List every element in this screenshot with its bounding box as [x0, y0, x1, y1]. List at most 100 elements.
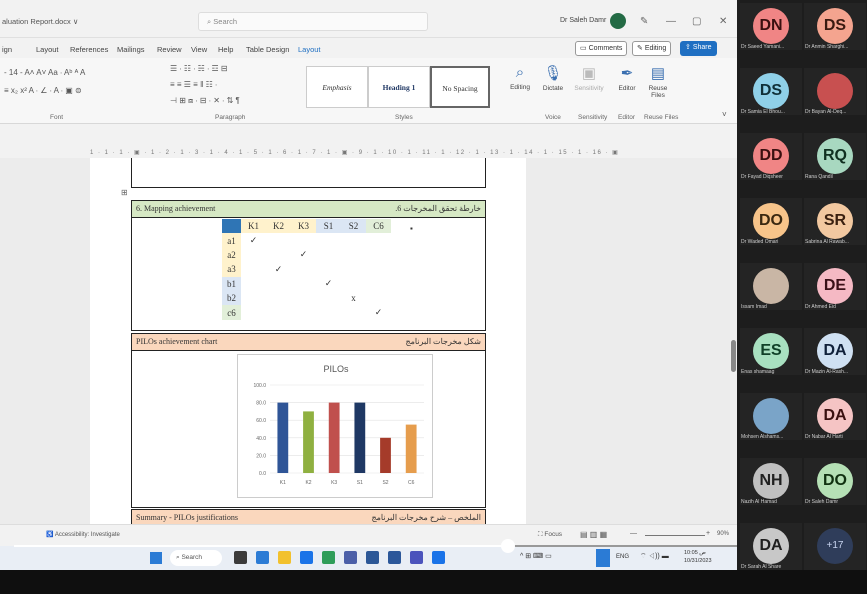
search-box[interactable]: ⌕ Search	[198, 12, 428, 31]
cell	[341, 277, 366, 291]
system-tray-icons[interactable]: ^ ⊞ ⌨ ▭	[520, 552, 552, 560]
summary-title-arabic: الملخص – شرح مخرجات البرنامج	[371, 513, 481, 522]
editing-tool[interactable]: ⌕ Editing	[505, 64, 535, 91]
row-label: b1	[222, 276, 241, 291]
pen-icon[interactable]: ✎	[640, 16, 648, 27]
dictate-tool[interactable]: 🎙 Dictate	[538, 64, 568, 92]
zoom-slider[interactable]	[645, 535, 705, 536]
participant-name: Dr Ahmed Eid	[805, 304, 836, 310]
reuse-files-tool[interactable]: ▤ Reuse Files	[643, 64, 673, 99]
participant-tile[interactable]: ES Enas shamaag	[740, 328, 802, 375]
style-emphasis[interactable]: Emphasis	[306, 66, 368, 108]
maximize-button[interactable]: ▢	[692, 16, 701, 27]
share-button[interactable]: ⇪ Share	[680, 41, 717, 56]
focus-button[interactable]: ⛶ Focus	[538, 531, 562, 539]
language-indicator[interactable]: ENG	[616, 554, 629, 560]
participant-tile[interactable]: DA Dr Mazin Al-Rash...	[804, 328, 866, 375]
zoom-app-icon[interactable]	[410, 551, 423, 564]
menu-table-design[interactable]: Table Design	[246, 45, 289, 54]
cell	[341, 305, 366, 319]
menu-help[interactable]: Help	[218, 45, 233, 54]
menu-review[interactable]: Review	[157, 45, 182, 54]
participant-tile[interactable]: DS Dr Anmin Sharghi...	[804, 3, 866, 50]
accessibility-icon: ♿	[46, 532, 55, 538]
mail-icon[interactable]	[432, 551, 445, 564]
active-app-icon[interactable]	[596, 549, 610, 567]
zoom-level[interactable]: 90%	[717, 531, 729, 537]
participant-tile[interactable]: DD Dr Fayad Diqsheer	[740, 133, 802, 180]
style-heading1[interactable]: Heading 1	[368, 66, 430, 108]
editor-tool[interactable]: ✒ Editor	[612, 64, 642, 92]
account-avatar[interactable]	[610, 13, 626, 29]
account-name[interactable]: Dr Saleh Damr	[560, 17, 606, 24]
col-header: K3	[291, 219, 316, 234]
pilos-chart-frame[interactable]: PILOs 0.0 20.0 40.0 60.0 80.0 100.0 K1 K2 K3 S1 S2 C…	[237, 354, 433, 498]
minimize-button[interactable]: —	[666, 16, 676, 27]
bar-k2	[303, 411, 314, 473]
participant-tile[interactable]: DS Dr Samia El Bhou...	[740, 68, 802, 115]
word-icon[interactable]	[388, 551, 401, 564]
participant-name: Enas shamaag	[741, 369, 775, 375]
menu-view[interactable]: View	[191, 45, 207, 54]
progress-handle[interactable]	[501, 539, 515, 553]
participant-tile[interactable]: DA Dr Sarah Al Share	[740, 523, 802, 570]
font-controls-row1[interactable]: - 14 - A˄ A˅ Aa ∙ Aᵇ ᴬ A	[4, 68, 85, 77]
paragraph-controls-row1[interactable]: ☰ ∙ ☷ ∙ ☵ ∙ ☲ ⊟	[170, 64, 228, 73]
edge-icon[interactable]	[256, 551, 269, 564]
participant-tile[interactable]: DN Dr Saeed Yamani...	[740, 3, 802, 50]
paragraph-controls-row2[interactable]: ≡ ≡ ☰ ≡ ‖ ☷ ∙	[170, 80, 217, 89]
word-window: aluation Report.docx ∨ ⌕ Search Dr Saleh…	[0, 0, 737, 570]
participant-tile[interactable]: SR Sabrina Al Rawab...	[804, 198, 866, 245]
close-button[interactable]: ✕	[719, 16, 727, 27]
row-label: c6	[222, 305, 241, 320]
accessibility-status[interactable]: ♿ Accessibility: Investigate	[46, 531, 120, 538]
participant-tile[interactable]: DE Dr Ahmed Eid	[804, 263, 866, 310]
editing-tool-label: Editing	[510, 84, 530, 91]
participant-tile[interactable]: Mohsen Alshams...	[740, 393, 802, 440]
teams-icon[interactable]	[344, 551, 357, 564]
participant-tile[interactable]: DA Dr Nabar Al Harti	[804, 393, 866, 440]
participant-tile[interactable]: RQ Rana Qandil	[804, 133, 866, 180]
document-title[interactable]: aluation Report.docx ∨	[2, 17, 78, 26]
participant-tile[interactable]: Issam Imad	[740, 263, 802, 310]
view-mode-icons[interactable]: ▤ ▥ ▦	[580, 530, 607, 539]
task-view-icon[interactable]	[234, 551, 247, 564]
style-no-spacing[interactable]: No Spacing	[430, 66, 490, 108]
windows-start-icon[interactable]	[150, 552, 162, 564]
menu-table-layout[interactable]: Layout	[298, 45, 321, 54]
menu-design[interactable]: ign	[2, 45, 12, 54]
clock[interactable]: 10:05 ص 10/31/2023	[684, 549, 720, 565]
zoom-in-icon[interactable]: +	[706, 530, 710, 537]
comments-button[interactable]: ▭ Comments	[575, 41, 628, 56]
chrome-icon[interactable]	[322, 551, 335, 564]
scrollbar-thumb[interactable]	[731, 340, 736, 372]
participant-name: Dr Fayad Diqsheer	[741, 174, 783, 180]
vertical-scrollbar[interactable]	[730, 160, 737, 520]
file-explorer-icon[interactable]	[278, 551, 291, 564]
participant-tile[interactable]: NH Nazih Al Hamad	[740, 458, 802, 505]
pencil-icon: ✎	[637, 45, 645, 52]
pen-icon: ✒	[620, 65, 634, 82]
menu-layout[interactable]: Layout	[36, 45, 59, 54]
table-move-handle-icon[interactable]: ⊞	[121, 188, 128, 197]
participant-tile[interactable]: DO Dr Waded Omari	[740, 198, 802, 245]
editing-button[interactable]: ✎ Editing	[632, 41, 672, 56]
paragraph-controls-row3[interactable]: ⊣ ⊞ ⧈ ∙ ⊟ ∙ ✕ ∙ ⇅ ¶	[170, 96, 240, 106]
sensitivity-tool[interactable]: ▣ Sensitivity	[574, 64, 604, 92]
menu-mailings[interactable]: Mailings	[117, 45, 145, 54]
ribbon-collapse-icon[interactable]: ˅	[722, 110, 727, 119]
network-volume-icons[interactable]: ⌔ ◁)) ▬	[640, 552, 669, 561]
store-icon[interactable]	[366, 551, 379, 564]
outlook-icon[interactable]	[300, 551, 313, 564]
cell	[291, 233, 316, 247]
participant-tile[interactable]: +17	[804, 523, 866, 570]
menu-references[interactable]: References	[70, 45, 108, 54]
ruler: 1 · 1 · 1 · ▣ · 1 · 2 · 1 · 3 · 1 · 4 · …	[0, 148, 737, 158]
font-controls-row2[interactable]: ≡ x₂ x² A ∙ ∠ ∙ A ∙ ▣ ⊜	[4, 86, 82, 95]
taskbar-search[interactable]: ⌕ Search	[170, 550, 222, 566]
zoom-out-icon[interactable]: —	[630, 530, 637, 537]
cell	[266, 277, 291, 291]
participant-tile[interactable]: Dr Bayan Al-Deq...	[804, 68, 866, 115]
video-progress-slider[interactable]	[14, 539, 737, 553]
participant-tile[interactable]: DO Dr Saleh Damr	[804, 458, 866, 505]
